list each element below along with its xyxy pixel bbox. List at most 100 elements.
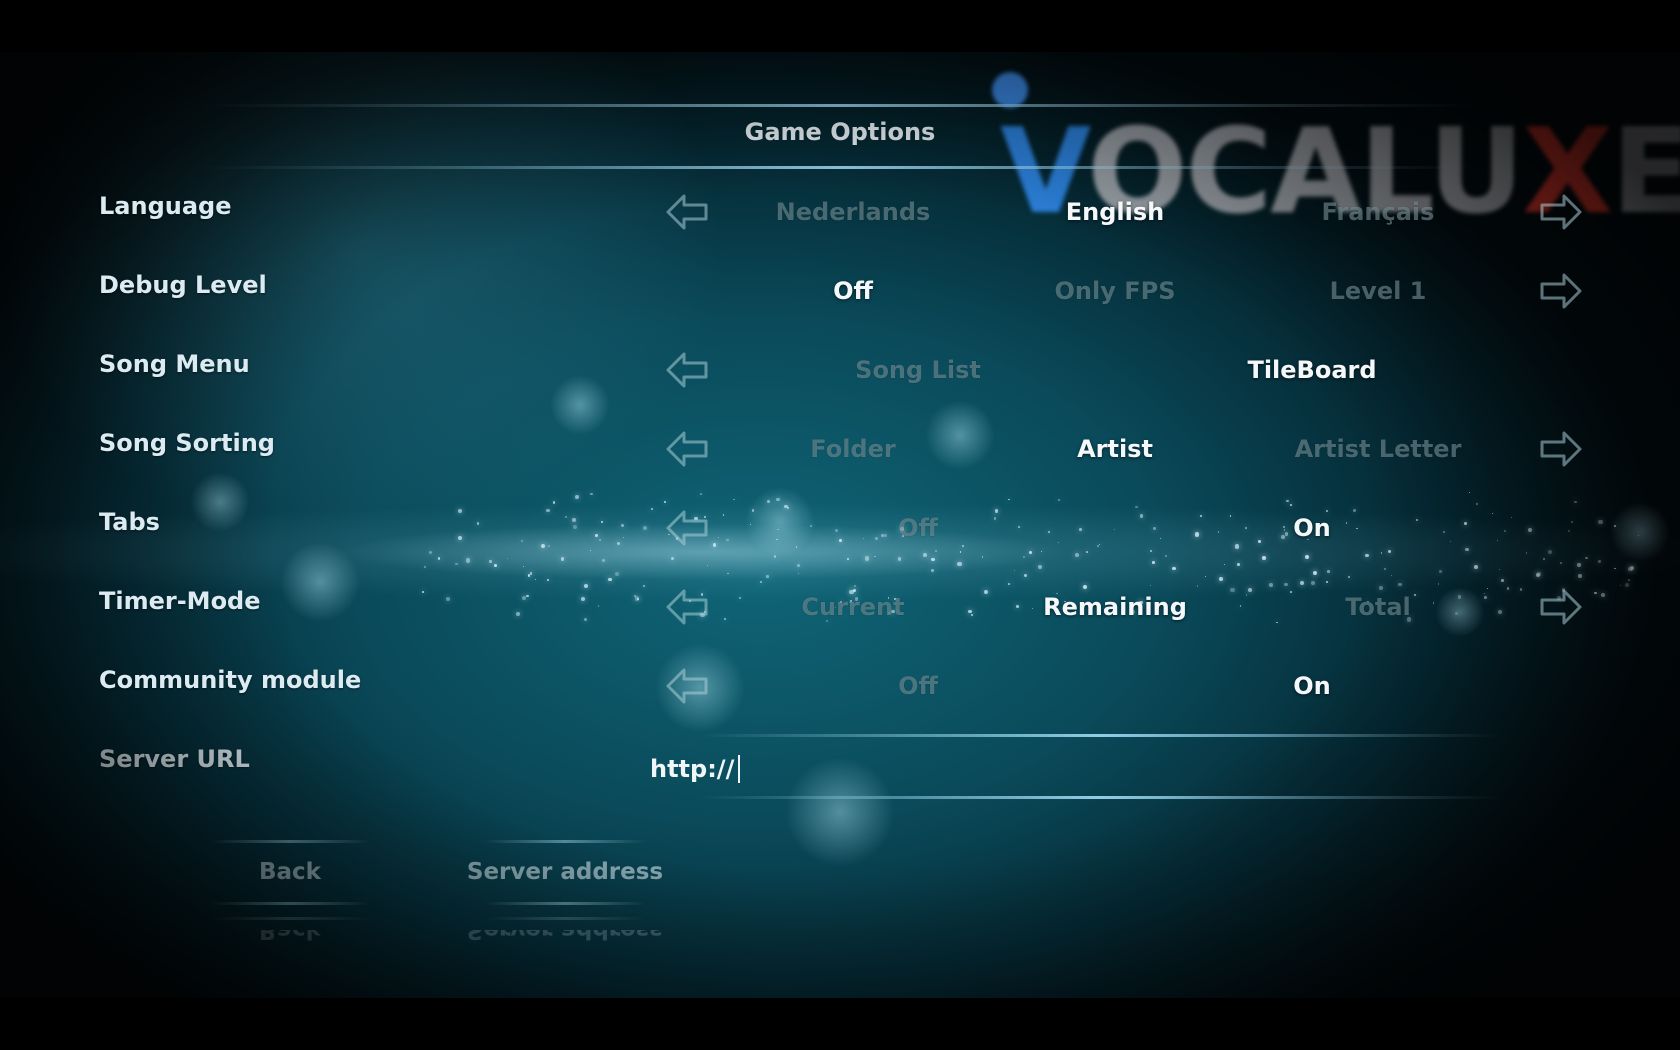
- particle: [1353, 509, 1356, 512]
- particle: [547, 578, 550, 581]
- particle: [1041, 550, 1043, 553]
- option-value-community-module[interactable]: Off: [788, 672, 1048, 700]
- particle: [733, 498, 735, 501]
- particle: [959, 551, 961, 553]
- particle: [1468, 491, 1471, 493]
- server-address-button[interactable]: Server address: [465, 837, 665, 907]
- arrow-right-icon[interactable]: [1538, 271, 1584, 311]
- arrow-right-icon[interactable]: [1538, 587, 1584, 627]
- particle: [1464, 522, 1467, 525]
- particle: [545, 508, 550, 513]
- particle: [1149, 584, 1152, 587]
- particle: [1083, 585, 1088, 590]
- particle: [1262, 556, 1267, 560]
- particle: [583, 617, 587, 621]
- particle: [1528, 527, 1533, 532]
- particle: [428, 550, 432, 554]
- particle: [615, 572, 620, 576]
- particle: [725, 538, 729, 542]
- arrow-left-icon[interactable]: [664, 666, 710, 706]
- particle: [1023, 573, 1027, 577]
- arrow-left-icon[interactable]: [664, 508, 710, 548]
- arrow-left-icon[interactable]: [664, 587, 710, 627]
- option-value-debug-level[interactable]: Level 1: [1248, 277, 1508, 305]
- back-button-line-bottom: [210, 902, 370, 905]
- option-value-song-sorting[interactable]: Artist: [985, 435, 1245, 463]
- particle: [1114, 529, 1116, 531]
- particle: [1620, 585, 1622, 587]
- arrow-left-icon[interactable]: [664, 429, 710, 469]
- particle: [1007, 498, 1010, 501]
- particle: [571, 518, 576, 523]
- particle: [852, 588, 856, 592]
- particle: [1289, 503, 1292, 506]
- arrow-right-icon[interactable]: [1538, 192, 1584, 232]
- option-value-language[interactable]: Nederlands: [723, 198, 983, 226]
- particle: [1028, 551, 1032, 555]
- particle: [1150, 550, 1152, 552]
- particle: [1496, 539, 1498, 542]
- particle: [620, 523, 624, 528]
- particle: [617, 542, 621, 546]
- back-button[interactable]: Back: [210, 837, 370, 907]
- option-label-debug-level: Debug Level: [99, 271, 267, 299]
- option-value-timer-mode[interactable]: Remaining: [985, 593, 1245, 621]
- particle: [700, 493, 702, 495]
- particle: [553, 501, 556, 504]
- arrow-left-icon[interactable]: [664, 350, 710, 390]
- particle: [515, 612, 520, 617]
- arrow-right-icon[interactable]: [1538, 429, 1584, 469]
- particle: [583, 584, 588, 589]
- particle: [590, 493, 593, 496]
- particle: [1159, 537, 1162, 540]
- particle: [923, 552, 928, 557]
- particle: [458, 509, 463, 514]
- url-line-bottom: [700, 796, 1500, 799]
- particle: [1594, 591, 1597, 595]
- option-value-song-menu[interactable]: Song List: [788, 356, 1048, 384]
- title-line-bottom: [200, 166, 1480, 169]
- option-value-community-module[interactable]: On: [1182, 672, 1442, 700]
- particle: [1492, 513, 1494, 515]
- option-value-song-sorting[interactable]: Artist Letter: [1248, 435, 1508, 463]
- particle: [1475, 502, 1479, 505]
- particle: [1442, 530, 1446, 534]
- option-value-language[interactable]: Français: [1248, 198, 1508, 226]
- option-value-song-sorting[interactable]: Folder: [723, 435, 983, 463]
- particle: [1347, 576, 1350, 579]
- arrow-left-icon[interactable]: [664, 192, 710, 232]
- particle: [1275, 621, 1278, 624]
- option-value-timer-mode[interactable]: Total: [1248, 593, 1508, 621]
- option-value-song-menu[interactable]: TileBoard: [1182, 356, 1442, 384]
- server-url-input[interactable]: [650, 747, 1490, 791]
- particle: [1230, 588, 1235, 593]
- option-value-language[interactable]: English: [985, 198, 1245, 226]
- particle: [1598, 520, 1603, 525]
- option-value-timer-mode[interactable]: Current: [723, 593, 983, 621]
- particle: [540, 544, 546, 549]
- particle: [597, 605, 599, 607]
- particle: [1165, 554, 1168, 557]
- option-value-debug-level[interactable]: Only FPS: [985, 277, 1245, 305]
- particle: [1037, 564, 1042, 569]
- particle: [1598, 560, 1601, 563]
- game-options-screen: VOCALUXE Game Options Server URL Back Ba…: [0, 52, 1680, 998]
- option-label-server-url: Server URL: [99, 745, 250, 773]
- option-value-tabs[interactable]: Off: [788, 514, 1048, 542]
- particle: [1079, 528, 1082, 531]
- particle: [1474, 565, 1478, 570]
- particle: [1236, 562, 1240, 566]
- particle: [1234, 544, 1239, 549]
- particle: [564, 515, 567, 519]
- particle: [1578, 573, 1583, 578]
- particle: [521, 540, 523, 543]
- page-title: Game Options: [744, 118, 936, 146]
- particle: [864, 556, 870, 561]
- particle: [1380, 552, 1383, 554]
- option-label-timer-mode: Timer-Mode: [99, 587, 261, 615]
- particle: [712, 543, 717, 547]
- option-value-debug-level[interactable]: Off: [723, 277, 983, 305]
- url-line-top: [700, 734, 1500, 737]
- option-value-tabs[interactable]: On: [1182, 514, 1442, 542]
- particle: [1547, 550, 1552, 555]
